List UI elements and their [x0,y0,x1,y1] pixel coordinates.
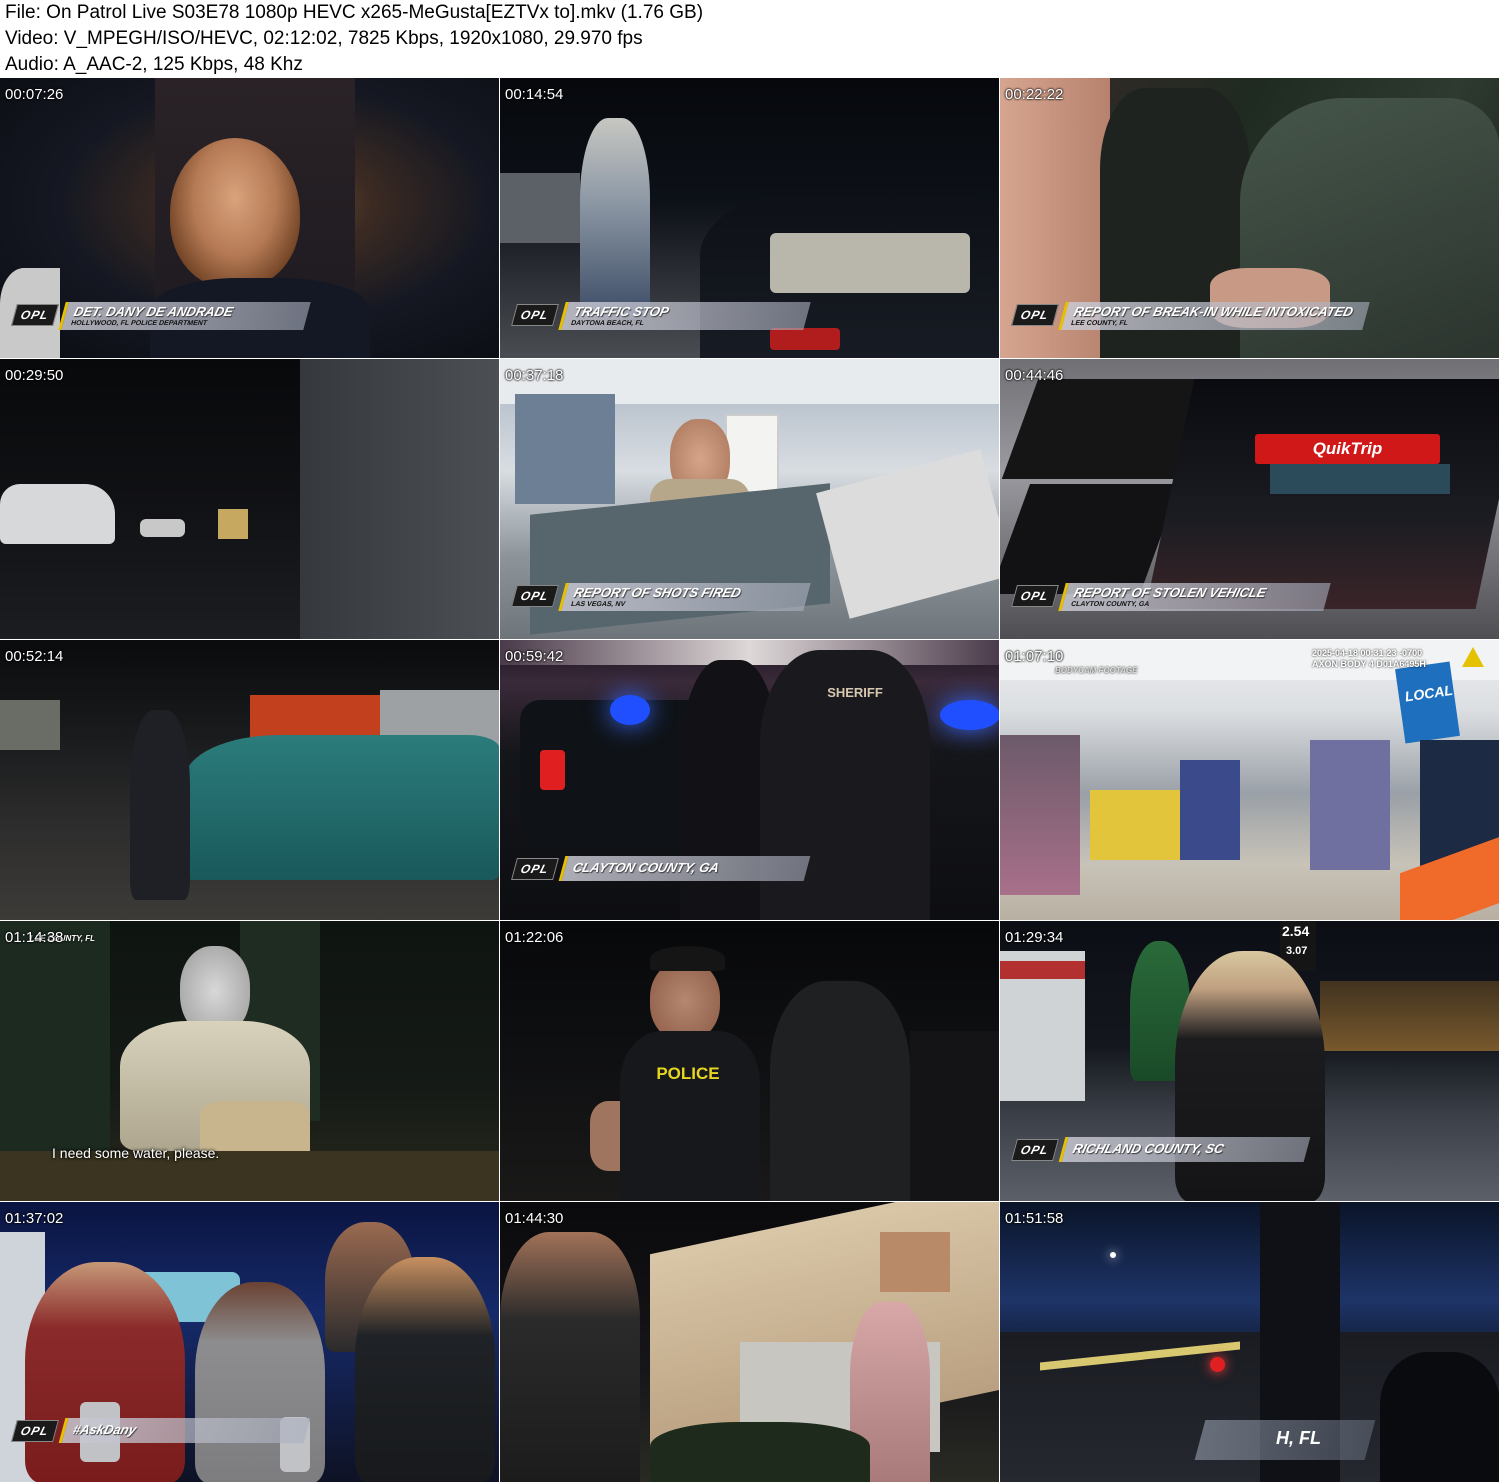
thumbnail-12[interactable]: 2.54 3.07 01:29:34 OPL RICHLAND COUNTY, … [1000,921,1500,1202]
lower-third-title: CLAYTON COUNTY, GA [570,860,721,875]
lower-third-box: DET. DANY DE ANDRADE HOLLYWOOD, FL POLIC… [57,302,311,330]
lower-third: OPL REPORT OF STOLEN VEHICLE CLAYTON COU… [1011,583,1331,617]
lower-third-subtitle: CLAYTON COUNTY, GA [1069,601,1150,608]
lower-third-box: REPORT OF STOLEN VEHICLE CLAYTON COUNTY,… [1057,583,1331,611]
subtitle-caption: I need some water, please. [52,1145,220,1161]
thumbnail-5[interactable]: 00:37:18 OPL REPORT OF SHOTS FIRED LAS V… [500,359,1000,640]
gas-price-2: 3.07 [1286,945,1308,957]
opl-logo: OPL [511,585,559,607]
lower-third: OPL RICHLAND COUNTY, SC [1011,1137,1311,1171]
thumbnail-15[interactable]: 01:51:58 H, FL [1000,1202,1500,1483]
lower-third-title: REPORT OF SHOTS FIRED [571,585,743,600]
timestamp: 01:44:30 [505,1210,564,1227]
lower-third-title: TRAFFIC STOP [571,304,671,319]
bodycam-tag: BODYCAM FOOTAGE [1055,666,1138,675]
axon-logo-icon [1462,647,1484,667]
partial-location-title: H, FL [1276,1428,1321,1448]
lower-third-box: CLAYTON COUNTY, GA [558,856,811,881]
thumbnail-14[interactable]: 01:44:30 [500,1202,1000,1483]
thumbnail-8[interactable]: SHERIFF 00:59:42 OPL CLAYTON COUNTY, GA [500,640,1000,921]
opl-logo: OPL [1011,1139,1059,1161]
timestamp: 00:29:50 [5,367,64,384]
thumbnail-9[interactable]: LOCAL BODYCAM FOOTAGE 2025-04-18 00:31:2… [1000,640,1500,921]
lower-third-box: REPORT OF BREAK-IN WHILE INTOXICATED LEE… [1057,302,1370,330]
lower-third: OPL TRAFFIC STOP DAYTONA BEACH, FL [511,302,811,336]
lower-third-box: REPORT OF SHOTS FIRED LAS VEGAS, NV [557,583,811,611]
thumbnail-6[interactable]: QuikTrip 00:44:46 OPL REPORT OF STOLEN V… [1000,359,1500,640]
timestamp: 01:07:10 [1005,648,1064,665]
lower-third-title: DET. DANY DE ANDRADE [71,304,235,319]
timestamp: 01:37:02 [5,1210,64,1227]
lower-third-box: TRAFFIC STOP DAYTONA BEACH, FL [557,302,811,330]
lower-third-box: #AskDany [58,1418,311,1443]
lower-third-title: #AskDany [70,1422,138,1437]
lower-third: OPL REPORT OF BREAK-IN WHILE INTOXICATED… [1011,302,1370,336]
thumbnail-10[interactable]: LEE COUNTY, FL I need some water, please… [0,921,500,1202]
lower-third-title: REPORT OF BREAK-IN WHILE INTOXICATED [1071,304,1355,319]
lower-third-title: REPORT OF STOLEN VEHICLE [1071,585,1268,600]
lower-third-subtitle: LEE COUNTY, FL [1069,320,1129,327]
opl-logo: OPL [11,1420,59,1442]
timestamp: 00:52:14 [5,648,64,665]
opl-logo: OPL [1011,585,1059,607]
lower-third-subtitle: HOLLYWOOD, FL POLICE DEPARTMENT [69,320,208,327]
lower-third: OPL DET. DANY DE ANDRADE HOLLYWOOD, FL P… [11,302,311,336]
timestamp: 01:14:38 [5,929,64,946]
thumbnail-7[interactable]: 00:52:14 [0,640,500,921]
thumbnail-2[interactable]: 00:14:54 OPL TRAFFIC STOP DAYTONA BEACH,… [500,78,1000,359]
timestamp: 00:14:54 [505,86,564,103]
timestamp: 01:51:58 [1005,1210,1064,1227]
opl-logo: OPL [11,304,59,326]
lower-third-title: RICHLAND COUNTY, SC [1070,1141,1226,1156]
gas-price-1: 2.54 [1282,923,1310,939]
file-line: File: On Patrol Live S03E78 1080p HEVC x… [5,2,704,23]
thumbnail-13[interactable]: 01:37:02 OPL #AskDany [0,1202,500,1483]
axon-timestamp: 2025-04-18 00:31:23 -0700 [1312,648,1423,658]
lower-third: OPL #AskDany [11,1418,311,1452]
timestamp: 00:59:42 [505,648,564,665]
thumbnail-3[interactable]: 00:22:22 OPL REPORT OF BREAK-IN WHILE IN… [1000,78,1500,359]
opl-logo: OPL [1011,304,1059,326]
timestamp: 00:22:22 [1005,86,1064,103]
thumbnail-4[interactable]: 00:29:50 [0,359,500,640]
lower-third-box: RICHLAND COUNTY, SC [1058,1137,1311,1162]
timestamp: 01:22:06 [505,929,564,946]
lower-third-subtitle: LAS VEGAS, NV [569,601,626,608]
timestamp: 01:29:34 [1005,929,1064,946]
lower-third: OPL CLAYTON COUNTY, GA [511,856,811,890]
opl-logo: OPL [511,304,559,326]
thumbnail-grid: 00:07:26 OPL DET. DANY DE ANDRADE HOLLYW… [0,78,1500,1483]
opl-logo: OPL [511,858,559,880]
police-vest-text: POLICE [656,1064,720,1083]
timestamp: 00:37:18 [505,367,564,384]
axon-device: AXON BODY 4 D01A6495H [1312,659,1426,669]
sheriff-vest-text: SHERIFF [827,685,883,700]
lower-third-subtitle: DAYTONA BEACH, FL [569,320,645,327]
timestamp: 00:44:46 [1005,367,1064,384]
audio-line: Audio: A_AAC-2, 125 Kbps, 48 Khz [5,54,303,75]
file-info-header: File: On Patrol Live S03E78 1080p HEVC x… [0,0,1500,78]
thumbnail-11[interactable]: POLICE 01:22:06 [500,921,1000,1202]
thumbnail-1[interactable]: 00:07:26 OPL DET. DANY DE ANDRADE HOLLYW… [0,78,500,359]
quiktrip-sign: QuikTrip [1255,434,1440,464]
timestamp: 00:07:26 [5,86,64,103]
video-line: Video: V_MPEGH/ISO/HEVC, 02:12:02, 7825 … [5,28,643,49]
lower-third: OPL REPORT OF SHOTS FIRED LAS VEGAS, NV [511,583,811,617]
